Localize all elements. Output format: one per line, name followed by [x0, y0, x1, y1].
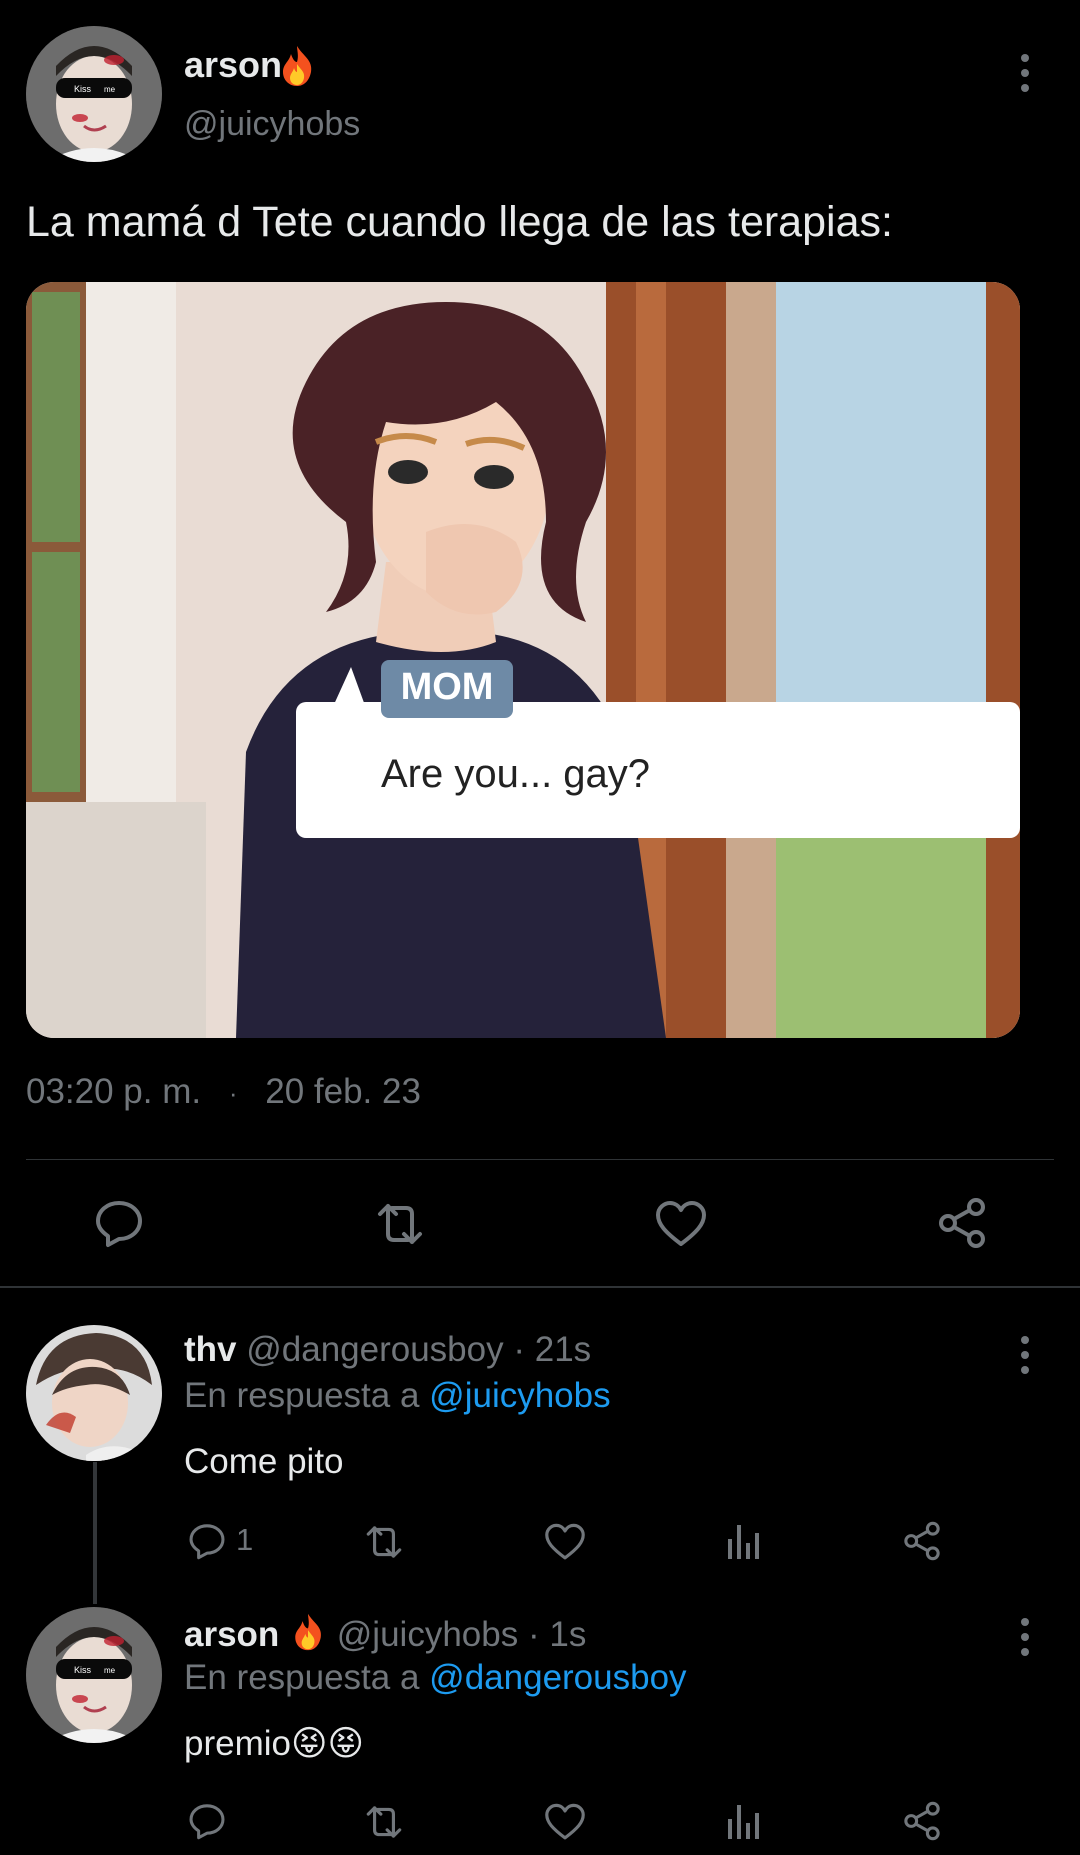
tweet-time: 03:20 p. m.	[26, 1072, 202, 1111]
replying-to-link[interactable]: @juicyhobs	[429, 1376, 610, 1415]
svg-text:me: me	[104, 85, 116, 94]
reply-handle[interactable]: @dangerousboy	[246, 1330, 503, 1369]
like-icon[interactable]	[655, 1200, 707, 1248]
reply-icon[interactable]	[188, 1522, 226, 1560]
replying-to: En respuesta a @juicyhobs	[184, 1376, 611, 1416]
reply-avatar[interactable]: Kiss me	[26, 1607, 162, 1743]
views-icon[interactable]	[726, 1521, 760, 1561]
like-icon[interactable]	[544, 1523, 586, 1561]
reply-count: 1	[236, 1522, 254, 1557]
reply-icon[interactable]	[188, 1802, 226, 1840]
reply-text: premio😝😝	[184, 1724, 364, 1764]
svg-text:Kiss: Kiss	[74, 1665, 92, 1675]
more-options-icon[interactable]	[1019, 1336, 1031, 1374]
tongue-emoji-icon: 😝😝	[290, 1724, 364, 1763]
tweet-text: La mamá d Tete cuando llega de las terap…	[26, 198, 893, 246]
reply-time: 1s	[549, 1615, 587, 1654]
fire-emoji-icon	[277, 44, 317, 88]
tweet-date: 20 feb. 23	[265, 1072, 421, 1111]
reply-time: 21s	[534, 1330, 592, 1369]
views-icon[interactable]	[726, 1801, 760, 1841]
reply-display-name[interactable]: arson	[184, 1615, 279, 1654]
reply-avatar[interactable]	[26, 1325, 162, 1461]
reply-header: arson @juicyhobs · 1s	[184, 1612, 586, 1661]
divider	[26, 1159, 1054, 1160]
tweet-timestamp[interactable]: 03:20 p. m. · 20 feb. 23	[26, 1072, 421, 1112]
timestamp-separator: ·	[228, 1078, 238, 1109]
reply-handle[interactable]: @juicyhobs	[337, 1615, 518, 1654]
retweet-icon[interactable]	[362, 1803, 406, 1841]
speaker-tag: MOM	[400, 666, 494, 708]
thread-line	[93, 1462, 97, 1604]
more-options-icon[interactable]	[1019, 1618, 1031, 1656]
replying-prefix: En respuesta a	[184, 1376, 420, 1415]
like-icon[interactable]	[544, 1803, 586, 1841]
reply-header: thv @dangerousboy · 21s	[184, 1330, 591, 1370]
reply-text-content: premio	[184, 1724, 291, 1763]
author-handle[interactable]: @juicyhobs	[184, 105, 360, 144]
tweet-image[interactable]: MOM Are you... gay?	[26, 282, 1020, 1038]
svg-text:me: me	[104, 1666, 116, 1675]
replying-to-link[interactable]: @dangerousboy	[429, 1658, 686, 1697]
share-icon[interactable]	[936, 1197, 988, 1249]
share-icon[interactable]	[902, 1801, 942, 1841]
fire-emoji-icon	[289, 1612, 327, 1661]
more-options-icon[interactable]	[1019, 54, 1031, 92]
retweet-icon[interactable]	[362, 1523, 406, 1561]
author-display-name[interactable]: arson	[184, 44, 282, 86]
share-icon[interactable]	[902, 1521, 942, 1561]
retweet-icon[interactable]	[372, 1200, 428, 1248]
reply-separator: ·	[527, 1615, 540, 1654]
reply-icon[interactable]	[94, 1198, 144, 1248]
svg-text:Kiss: Kiss	[74, 84, 92, 94]
reply-text: Come pito	[184, 1442, 344, 1481]
reply-display-name[interactable]: thv	[184, 1330, 237, 1369]
divider	[0, 1286, 1080, 1288]
replying-to: En respuesta a @dangerousboy	[184, 1658, 687, 1698]
image-dialogue: Are you... gay?	[381, 752, 651, 796]
replying-prefix: En respuesta a	[184, 1658, 420, 1697]
reply-separator: ·	[513, 1330, 525, 1369]
author-avatar[interactable]: Kiss me	[26, 26, 162, 162]
